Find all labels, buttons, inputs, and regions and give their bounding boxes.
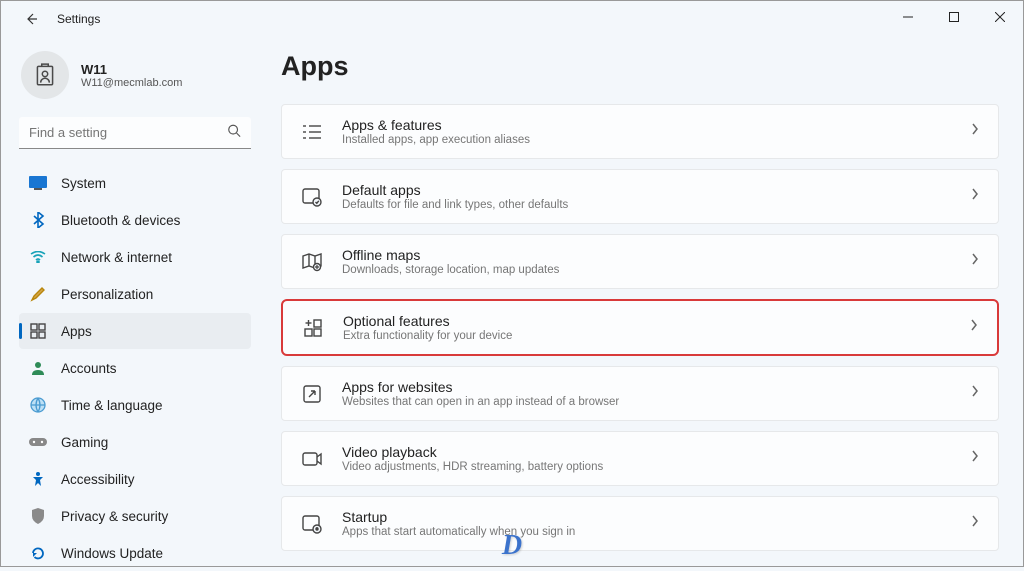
sidebar-item-gaming[interactable]: Gaming	[19, 424, 251, 460]
wifi-icon	[29, 248, 47, 266]
close-button[interactable]	[977, 1, 1023, 33]
default-apps-icon	[300, 185, 324, 209]
avatar	[21, 51, 69, 99]
search-icon	[227, 124, 241, 143]
main-content: Apps Apps & features Installed apps, app…	[263, 37, 1023, 566]
accounts-icon	[29, 359, 47, 377]
sidebar-item-network[interactable]: Network & internet	[19, 239, 251, 275]
globe-icon	[29, 396, 47, 414]
chevron-right-icon	[970, 122, 980, 141]
card-apps-features[interactable]: Apps & features Installed apps, app exec…	[281, 104, 999, 159]
chevron-right-icon	[970, 187, 980, 206]
sidebar-item-label: Time & language	[61, 398, 163, 413]
startup-icon	[300, 512, 324, 536]
back-button[interactable]	[19, 7, 43, 31]
paintbrush-icon	[29, 285, 47, 303]
sidebar-item-label: Personalization	[61, 287, 153, 302]
card-sub: Extra functionality for your device	[343, 330, 512, 342]
video-playback-icon	[300, 447, 324, 471]
user-name: W11	[81, 62, 182, 77]
card-title: Apps & features	[342, 117, 530, 133]
sidebar-item-label: Apps	[61, 324, 92, 339]
card-startup[interactable]: Startup Apps that start automatically wh…	[281, 496, 999, 551]
maximize-icon	[949, 12, 959, 22]
sidebar-item-bluetooth[interactable]: Bluetooth & devices	[19, 202, 251, 238]
card-sub: Defaults for file and link types, other …	[342, 199, 568, 211]
card-apps-for-websites[interactable]: Apps for websites Websites that can open…	[281, 366, 999, 421]
nav: System Bluetooth & devices Network & int…	[19, 165, 251, 571]
gaming-icon	[29, 433, 47, 451]
sidebar-item-label: Accounts	[61, 361, 117, 376]
titlebar: Settings	[1, 1, 1023, 37]
sidebar-item-accessibility[interactable]: Accessibility	[19, 461, 251, 497]
card-default-apps[interactable]: Default apps Defaults for file and link …	[281, 169, 999, 224]
sidebar-item-apps[interactable]: Apps	[19, 313, 251, 349]
sidebar: W11 W11@mecmlab.com System Bluetooth & d…	[1, 37, 263, 566]
avatar-icon	[32, 62, 58, 88]
close-icon	[995, 12, 1005, 22]
search-box	[19, 117, 251, 149]
sidebar-item-label: Windows Update	[61, 546, 163, 561]
card-sub: Video adjustments, HDR streaming, batter…	[342, 461, 603, 473]
sidebar-item-accounts[interactable]: Accounts	[19, 350, 251, 386]
user-block[interactable]: W11 W11@mecmlab.com	[19, 47, 251, 117]
bluetooth-icon	[29, 211, 47, 229]
card-offline-maps[interactable]: Offline maps Downloads, storage location…	[281, 234, 999, 289]
sidebar-item-label: System	[61, 176, 106, 191]
sidebar-item-privacy[interactable]: Privacy & security	[19, 498, 251, 534]
system-icon	[29, 174, 47, 192]
card-sub: Installed apps, app execution aliases	[342, 134, 530, 146]
shield-icon	[29, 507, 47, 525]
sidebar-item-windows-update[interactable]: Windows Update	[19, 535, 251, 571]
apps-features-icon	[300, 120, 324, 144]
offline-maps-icon	[300, 250, 324, 274]
sidebar-item-label: Bluetooth & devices	[61, 213, 180, 228]
search-input[interactable]	[19, 117, 251, 149]
card-title: Video playback	[342, 444, 603, 460]
card-title: Offline maps	[342, 247, 559, 263]
card-title: Apps for websites	[342, 379, 619, 395]
card-video-playback[interactable]: Video playback Video adjustments, HDR st…	[281, 431, 999, 486]
update-icon	[29, 544, 47, 562]
user-email: W11@mecmlab.com	[81, 77, 182, 89]
card-sub: Websites that can open in an app instead…	[342, 396, 619, 408]
chevron-right-icon	[970, 384, 980, 403]
card-optional-features[interactable]: Optional features Extra functionality fo…	[281, 299, 999, 356]
chevron-right-icon	[970, 252, 980, 271]
page-title: Apps	[281, 51, 999, 82]
sidebar-item-label: Privacy & security	[61, 509, 168, 524]
chevron-right-icon	[970, 514, 980, 533]
sidebar-item-label: Accessibility	[61, 472, 135, 487]
apps-icon	[29, 322, 47, 340]
watermark: D	[502, 530, 522, 562]
minimize-icon	[903, 12, 913, 22]
accessibility-icon	[29, 470, 47, 488]
card-sub: Downloads, storage location, map updates	[342, 264, 559, 276]
card-list: Apps & features Installed apps, app exec…	[281, 104, 999, 551]
optional-features-icon	[301, 316, 325, 340]
sidebar-item-personalization[interactable]: Personalization	[19, 276, 251, 312]
sidebar-item-label: Network & internet	[61, 250, 172, 265]
sidebar-item-system[interactable]: System	[19, 165, 251, 201]
maximize-button[interactable]	[931, 1, 977, 33]
card-title: Optional features	[343, 313, 512, 329]
card-sub: Apps that start automatically when you s…	[342, 526, 575, 538]
sidebar-item-time-language[interactable]: Time & language	[19, 387, 251, 423]
window-title: Settings	[57, 12, 100, 26]
minimize-button[interactable]	[885, 1, 931, 33]
apps-for-websites-icon	[300, 382, 324, 406]
card-title: Default apps	[342, 182, 568, 198]
window-controls	[885, 1, 1023, 33]
sidebar-item-label: Gaming	[61, 435, 108, 450]
chevron-right-icon	[970, 449, 980, 468]
back-arrow-icon	[23, 11, 39, 27]
chevron-right-icon	[969, 318, 979, 337]
card-title: Startup	[342, 509, 575, 525]
